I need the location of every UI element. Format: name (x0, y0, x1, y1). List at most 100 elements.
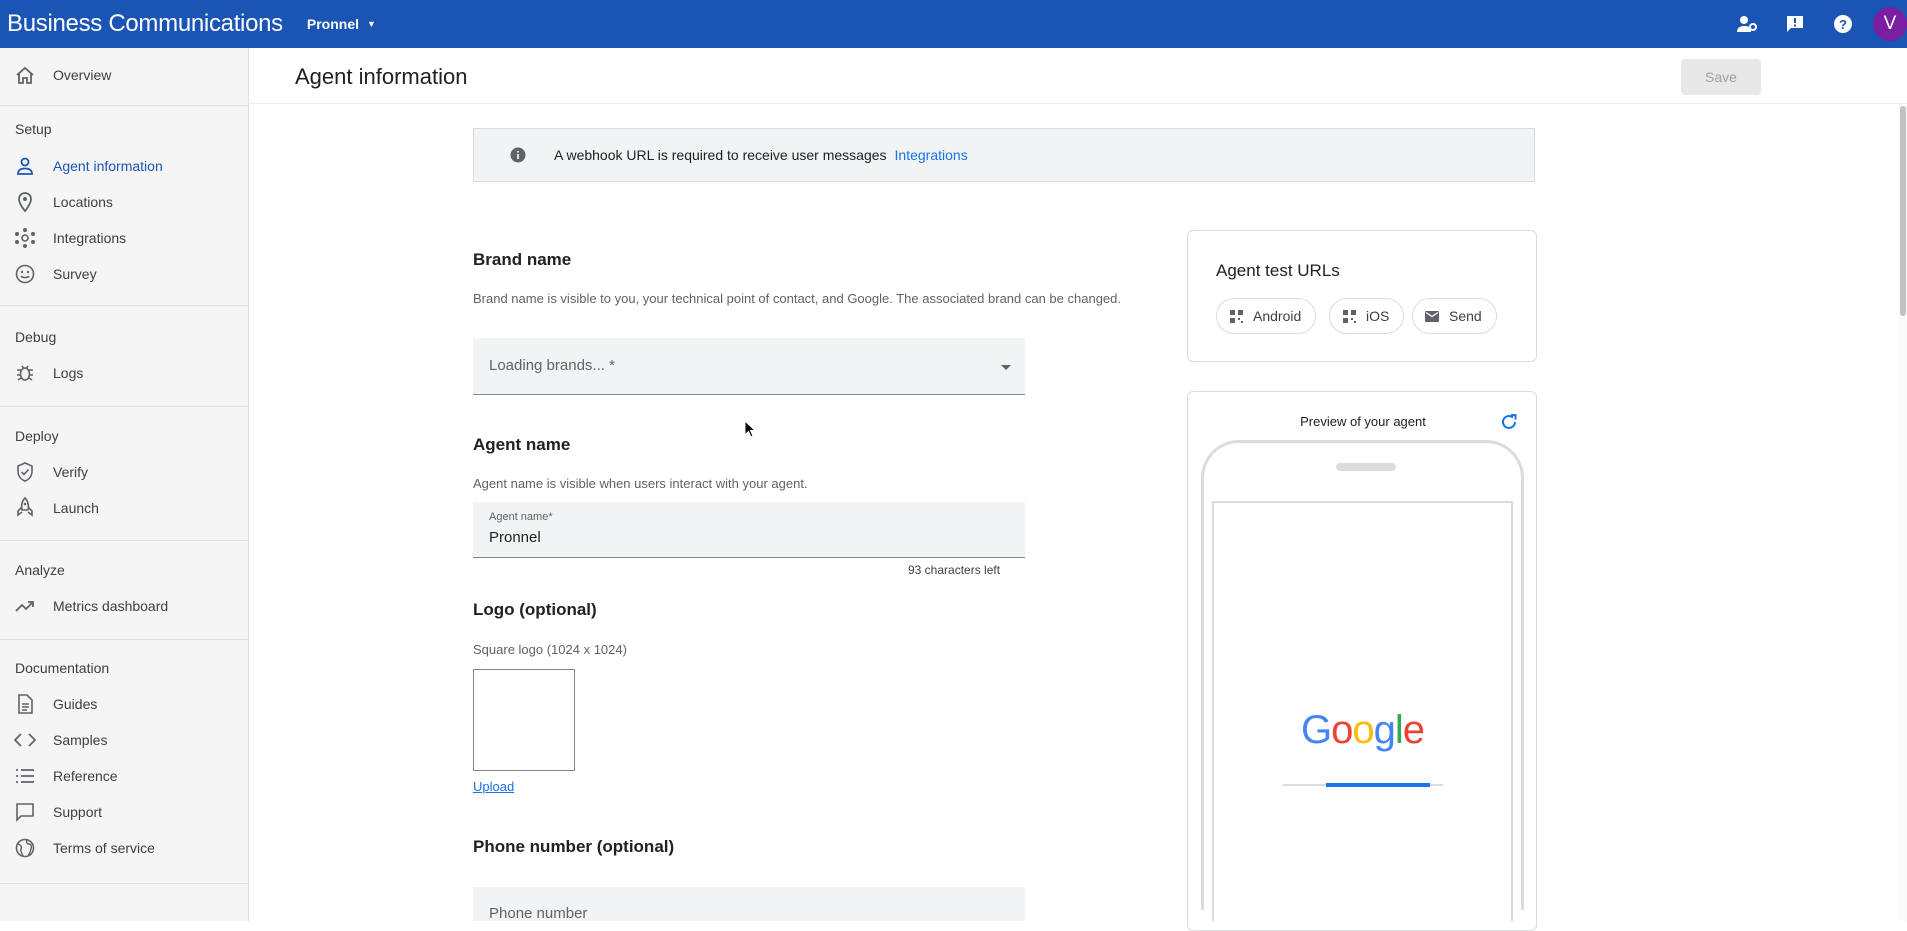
logo-subheading: Square logo (1024 x 1024) (473, 642, 627, 657)
person-icon (14, 155, 36, 177)
section-deploy: Deploy (15, 428, 59, 444)
loading-progress-fill (1326, 783, 1430, 787)
android-chip[interactable]: Android (1216, 298, 1317, 334)
top-app-bar: Business Communications Pronnel ▼ ? V (0, 0, 1907, 48)
dropdown-arrow-icon (1001, 365, 1011, 370)
divider (0, 639, 249, 640)
globe-icon (14, 837, 36, 859)
google-letter: o (1352, 708, 1374, 752)
section-analyze: Analyze (15, 562, 65, 578)
scroll-thumb[interactable] (1900, 106, 1906, 316)
divider (0, 883, 249, 884)
brand-name-heading: Brand name (473, 250, 572, 269)
sidebar-item-guides[interactable]: Guides (0, 687, 249, 721)
phone-mockup: Google (1201, 440, 1524, 921)
qr-code-icon (1342, 309, 1356, 323)
sidebar-item-survey[interactable]: Survey (0, 257, 249, 291)
sidebar-item-label: Support (53, 804, 103, 820)
info-icon (510, 147, 526, 163)
hub-icon (14, 227, 36, 249)
refresh-icon[interactable] (1499, 412, 1519, 432)
divider (0, 540, 249, 541)
sidebar-item-label: Agent information (53, 158, 163, 174)
page-scrollbar[interactable] (1899, 104, 1907, 921)
sidebar-item-label: Metrics dashboard (53, 598, 169, 614)
manage-accounts-icon[interactable] (1735, 12, 1759, 36)
send-chip[interactable]: Send (1412, 298, 1497, 334)
sidebar-item-agent-information[interactable]: Agent information (0, 149, 249, 183)
agent-name-description: Agent name is visible when users interac… (473, 476, 808, 491)
agent-name-label: Agent name* (489, 511, 553, 523)
shield-check-icon (14, 461, 36, 483)
test-urls-title: Agent test URLs (1216, 261, 1340, 280)
agent-name-field[interactable]: Agent name* Pronnel (473, 502, 1025, 558)
section-debug: Debug (15, 329, 57, 345)
sidebar-item-metrics-dashboard[interactable]: Metrics dashboard (0, 589, 249, 623)
google-logo: Google (1214, 708, 1511, 753)
help-icon[interactable]: ? (1831, 12, 1855, 36)
chat-bubble-icon (14, 801, 36, 823)
account-switcher[interactable]: Pronnel ▼ (307, 16, 376, 32)
phone-field[interactable]: Phone number (473, 887, 1025, 922)
bug-icon (14, 362, 36, 384)
google-letter: e (1402, 708, 1425, 752)
divider (0, 406, 249, 407)
trending-up-icon (14, 595, 36, 617)
logo-placeholder[interactable] (473, 669, 575, 771)
chip-label: Send (1449, 308, 1482, 324)
brand-select-placeholder: Loading brands... * (489, 357, 615, 374)
section-documentation: Documentation (15, 660, 110, 676)
brand-select[interactable]: Loading brands... * (473, 338, 1025, 395)
chip-label: Android (1253, 308, 1302, 324)
phone-screen: Google (1212, 501, 1513, 921)
character-counter: 93 characters left (908, 563, 1001, 577)
qr-code-icon (1229, 309, 1243, 323)
avatar[interactable]: V (1873, 7, 1907, 41)
phone-placeholder: Phone number (489, 905, 588, 922)
sidebar-item-samples[interactable]: Samples (0, 723, 249, 757)
sidebar-item-integrations[interactable]: Integrations (0, 221, 249, 255)
page-title: Agent information (295, 64, 468, 89)
sidebar-item-reference[interactable]: Reference (0, 759, 249, 793)
phone-heading: Phone number (optional) (473, 837, 675, 856)
caret-down-icon: ▼ (367, 19, 376, 29)
phone-speaker (1336, 463, 1396, 471)
ios-chip[interactable]: iOS (1329, 298, 1405, 334)
sidebar-item-label: Samples (53, 732, 108, 748)
sidebar-item-terms-of-service[interactable]: Terms of service (0, 831, 249, 865)
code-icon (14, 729, 36, 751)
sidebar-item-launch[interactable]: Launch (0, 491, 249, 525)
agent-preview-card: Preview of your agent Google (1187, 391, 1537, 931)
logo-heading: Logo (optional) (473, 600, 597, 619)
loading-progress (1283, 783, 1443, 787)
google-letter: o (1331, 708, 1353, 752)
sidebar-item-label: Reference (53, 768, 118, 784)
sidebar-item-label: Verify (53, 464, 89, 480)
save-button[interactable]: Save (1681, 59, 1761, 95)
app-title: Business Communications (7, 10, 283, 37)
section-setup: Setup (15, 121, 52, 137)
agent-name-heading: Agent name (473, 435, 571, 454)
feedback-icon[interactable] (1783, 12, 1807, 36)
upload-link[interactable]: Upload (473, 779, 514, 794)
google-letter: g (1373, 708, 1396, 752)
sidebar-item-logs[interactable]: Logs (0, 356, 249, 390)
divider (0, 305, 249, 306)
sidebar-item-label: Survey (53, 266, 97, 282)
mail-icon (1425, 309, 1439, 323)
agent-name-value: Pronnel (489, 529, 541, 546)
chip-label: iOS (1366, 308, 1390, 324)
location-pin-icon (14, 191, 36, 213)
sidebar-item-overview[interactable]: Overview (0, 58, 249, 92)
svg-text:?: ? (1839, 17, 1847, 32)
sidebar-item-verify[interactable]: Verify (0, 455, 249, 489)
preview-title: Preview of your agent (1300, 414, 1426, 429)
document-icon (14, 693, 36, 715)
integrations-link[interactable]: Integrations (895, 147, 968, 163)
sidebar: Overview Setup Agent information Locatio… (0, 48, 249, 921)
mouse-cursor-icon (744, 420, 756, 438)
sidebar-item-locations[interactable]: Locations (0, 185, 249, 219)
webhook-banner: A webhook URL is required to receive use… (473, 128, 1535, 182)
home-icon (14, 64, 36, 86)
sidebar-item-support[interactable]: Support (0, 795, 249, 829)
